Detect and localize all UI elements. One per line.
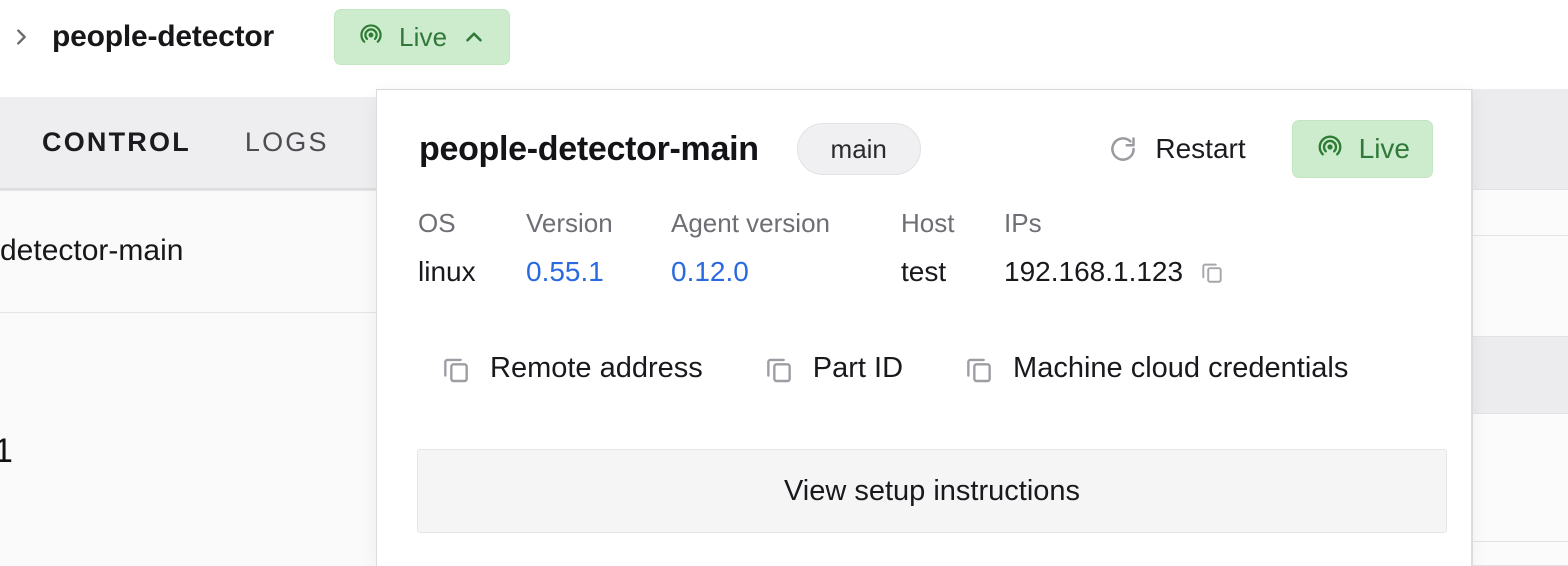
machine-metadata: OS linux Version 0.55.1 Agent version 0.…	[418, 205, 1225, 289]
broadcast-live-icon	[357, 21, 385, 54]
popover-live-status-button[interactable]: Live	[1291, 120, 1433, 178]
row-divider	[0, 190, 376, 191]
row-divider	[0, 312, 376, 313]
table-row[interactable]	[1473, 542, 1568, 566]
meta-field-os: OS linux	[418, 205, 526, 289]
meta-field-agent-version: Agent version 0.12.0	[671, 205, 901, 289]
view-setup-instructions-button[interactable]: View setup instructions	[417, 449, 1447, 533]
copy-machine-cloud-credentials-button[interactable]: Machine cloud credentials	[963, 352, 1348, 385]
meta-field-ips: IPs 192.168.1.123	[1004, 205, 1225, 289]
background-clipped-number: 1	[0, 432, 13, 470]
meta-label: Agent version	[671, 208, 830, 238]
breadcrumb-title[interactable]: people-detector	[52, 20, 274, 54]
meta-label: OS	[418, 208, 456, 238]
restart-label: Restart	[1155, 133, 1246, 164]
table-row[interactable]	[1473, 89, 1568, 190]
meta-label: Host	[901, 208, 955, 238]
meta-value-link[interactable]: 0.12.0	[671, 255, 901, 289]
background-table-right-column	[1472, 89, 1568, 566]
table-row[interactable]	[1473, 236, 1568, 337]
branch-badge: main	[796, 123, 921, 175]
background-row-label: detector-main	[0, 234, 184, 267]
chevron-right-icon[interactable]	[8, 24, 34, 50]
breadcrumb: people-detector Live	[0, 0, 1568, 74]
meta-value: linux	[418, 256, 476, 287]
meta-value-link[interactable]: 0.55.1	[526, 255, 671, 289]
copy-remote-address-button[interactable]: Remote address	[440, 352, 703, 385]
app-screen: people-detector Live CONTROL LOGS detect…	[0, 0, 1568, 566]
ip-address-text: 192.168.1.123	[1004, 256, 1184, 287]
refresh-icon	[1107, 133, 1139, 165]
live-status-dropdown-button[interactable]: Live	[334, 9, 511, 65]
copy-icon[interactable]	[1199, 259, 1225, 285]
meta-field-host: Host test	[901, 205, 1004, 289]
meta-value: test	[901, 256, 947, 287]
restart-button[interactable]: Restart	[1107, 133, 1246, 165]
copy-icon	[963, 353, 995, 385]
copy-icon	[763, 353, 795, 385]
meta-label: Version	[526, 208, 613, 238]
popover-live-label: Live	[1358, 133, 1410, 164]
copy-actions-row: Remote address Part ID Machine cloud cre…	[440, 352, 1348, 385]
table-row[interactable]	[1473, 190, 1568, 236]
copy-action-label: Part ID	[812, 352, 904, 384]
popover-title: people-detector-main	[419, 129, 759, 168]
live-label: Live	[399, 21, 448, 52]
table-row[interactable]	[1473, 337, 1568, 414]
popover-header: people-detector-main main Restart Live	[419, 118, 1433, 180]
table-row[interactable]	[1473, 414, 1568, 542]
copy-icon	[440, 353, 472, 385]
chevron-up-icon	[461, 24, 487, 50]
meta-value: 192.168.1.123	[1004, 255, 1225, 289]
copy-action-label: Remote address	[490, 352, 703, 384]
tab-bar: CONTROL LOGS	[0, 97, 376, 190]
meta-field-version: Version 0.55.1	[526, 205, 671, 289]
copy-action-label: Machine cloud credentials	[1013, 352, 1349, 384]
broadcast-live-icon	[1315, 132, 1345, 167]
tab-logs[interactable]: LOGS	[245, 127, 329, 158]
meta-label: IPs	[1004, 208, 1042, 238]
copy-part-id-button[interactable]: Part ID	[763, 352, 903, 385]
tab-control[interactable]: CONTROL	[42, 127, 191, 158]
